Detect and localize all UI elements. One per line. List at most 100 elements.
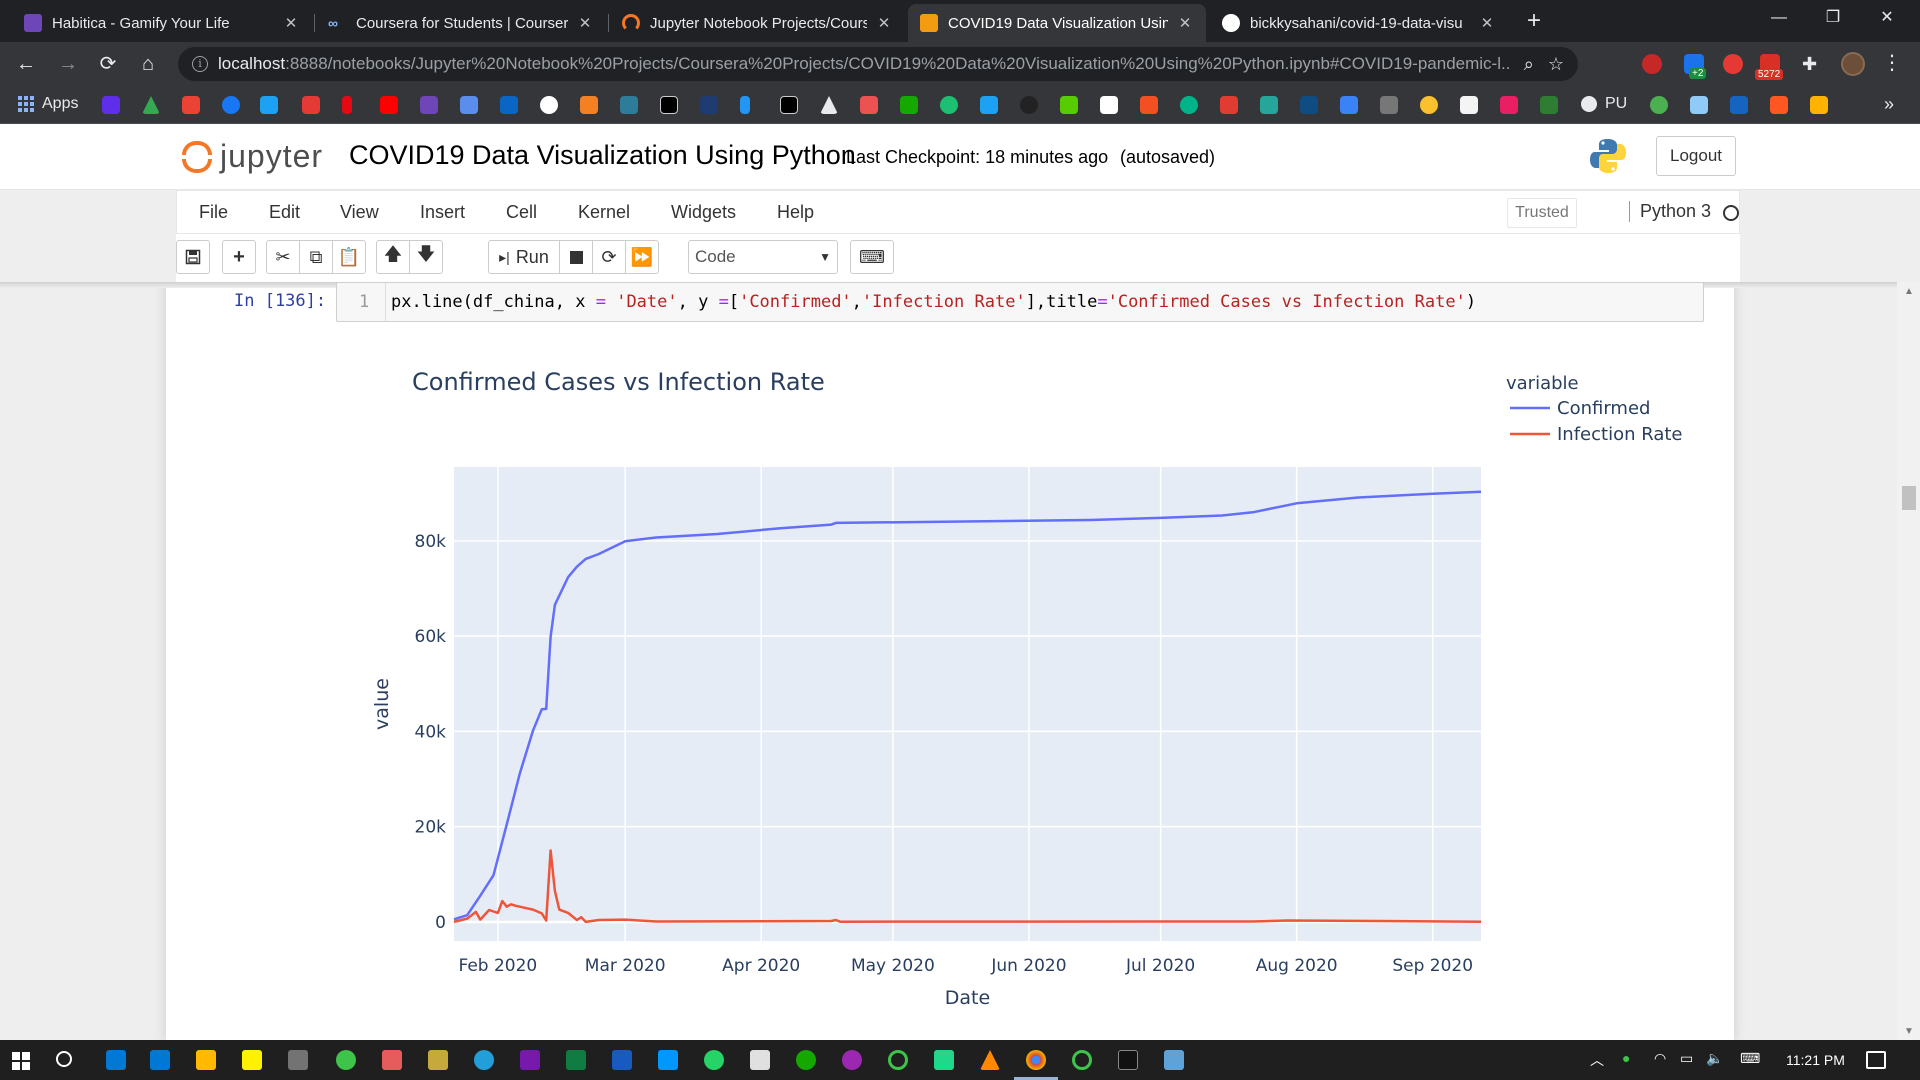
move-down-button[interactable]: 🡇 [409,240,443,274]
bookmark-icon[interactable] [1690,96,1708,114]
close-icon[interactable]: ✕ [576,14,594,32]
menu-cell[interactable]: Cell [506,202,537,223]
volume-icon[interactable]: 🔈 [1706,1050,1723,1067]
bookmark-icon[interactable] [1540,96,1558,114]
kernel-name[interactable]: Python 3 [1629,201,1711,222]
back-button[interactable]: ← [10,48,42,80]
outlook-icon[interactable] [106,1050,126,1070]
terminal-icon[interactable] [1118,1050,1138,1070]
bookmarks-overflow-icon[interactable]: » [1884,94,1894,115]
photos-icon[interactable] [1164,1050,1184,1070]
file-explorer-icon[interactable] [196,1050,216,1070]
reload-button[interactable]: ⟳ [92,48,124,80]
bookmark-icon[interactable] [102,96,120,114]
youtube-icon[interactable] [380,96,398,114]
restart-button[interactable]: ⟳ [592,240,626,274]
extensions-puzzle-icon[interactable]: ✚ [1802,54,1822,74]
save-button[interactable] [176,240,210,274]
upwork-icon[interactable] [796,1050,816,1070]
menu-file[interactable]: File [199,202,228,223]
vlc-icon[interactable] [980,1050,1000,1070]
paypal-icon[interactable] [1730,96,1748,114]
app-icon[interactable] [428,1050,448,1070]
excel-icon[interactable] [566,1050,586,1070]
move-up-button[interactable]: 🡅 [376,240,410,274]
hackerearth-icon[interactable] [700,96,718,114]
wifi-icon[interactable]: ◠ [1654,1050,1666,1067]
coursera-icon[interactable] [460,96,478,114]
bookmark-star-icon[interactable]: ☆ [1548,54,1564,75]
github-icon[interactable] [540,96,558,114]
app-icon[interactable] [336,1050,356,1070]
codechef-icon[interactable] [780,96,798,114]
close-icon[interactable]: ✕ [282,14,300,32]
ublock-icon[interactable] [1642,54,1662,74]
app-icon[interactable] [888,1050,908,1070]
jupyter-logo[interactable]: jupyter [182,138,323,175]
cut-button[interactable]: ✂ [266,240,300,274]
tray-overflow-icon[interactable]: ︿ [1590,1050,1604,1070]
tab-jupyter-projects[interactable]: Jupyter Notebook Projects/Cours ✕ [610,4,905,42]
pycharm-icon[interactable] [934,1050,954,1070]
menu-widgets[interactable]: Widgets [671,202,736,223]
scrollbar-thumb[interactable] [1902,486,1916,510]
trusted-badge[interactable]: Trusted [1507,198,1577,228]
medium-icon[interactable] [1100,96,1118,114]
record-icon[interactable] [1723,54,1743,74]
notification-icon[interactable] [1866,1051,1886,1069]
bookmark-icon[interactable] [1020,96,1038,114]
close-icon[interactable]: ✕ [1176,14,1194,32]
calculator-icon[interactable] [288,1050,308,1070]
menu-help[interactable]: Help [777,202,814,223]
minimize-button[interactable]: — [1756,0,1802,36]
bookmark-icon[interactable] [1650,96,1668,114]
scroll-down-icon[interactable]: ▼ [1904,1026,1914,1037]
cell-type-select[interactable]: Code ▼ [688,240,838,274]
tab-covid19-notebook[interactable]: COVID19 Data Visualization Usin ✕ [908,4,1206,42]
address-bar[interactable]: i localhost:8888/notebooks/Jupyter%20Not… [178,47,1578,81]
app-icon[interactable] [750,1050,770,1070]
bookmark-icon[interactable] [620,96,638,114]
linkedin-icon[interactable] [500,96,518,114]
scroll-up-icon[interactable]: ▲ [1904,286,1914,297]
whatsapp-icon[interactable] [704,1050,724,1070]
insert-cell-button[interactable]: + [222,240,256,274]
chrome-icon[interactable] [1026,1050,1046,1070]
profile-avatar[interactable] [1841,52,1865,76]
bookmark-icon[interactable] [980,96,998,114]
info-icon[interactable]: i [192,56,208,72]
bookmark-icon[interactable] [1770,96,1788,114]
kaggle-icon[interactable] [740,96,750,114]
bookmark-icon[interactable] [1340,96,1358,114]
bookmark-icon[interactable] [1260,96,1278,114]
udemy-icon[interactable] [860,96,878,114]
upwork-icon[interactable] [900,96,918,114]
home-button[interactable]: ⌂ [132,48,164,80]
command-palette-button[interactable]: ⌨ [850,240,894,274]
menu-view[interactable]: View [340,202,379,223]
new-tab-button[interactable]: + [1519,6,1549,36]
keyboard-icon[interactable]: ⌨ [1740,1050,1760,1067]
menu-insert[interactable]: Insert [420,202,465,223]
onenote-icon[interactable] [520,1050,540,1070]
twitter-icon[interactable] [260,96,278,114]
menu-kernel[interactable]: Kernel [578,202,630,223]
restart-run-all-button[interactable]: ⏩ [625,240,659,274]
bookmark-icon[interactable] [1810,96,1828,114]
facebook-icon[interactable] [222,96,240,114]
bookmark-apps[interactable]: Apps [18,95,78,113]
drive-icon[interactable] [142,96,160,114]
browser-menu-icon[interactable]: ⋮ [1882,51,1902,75]
vertical-scrollbar[interactable]: ▲ ▼ [1897,282,1920,1040]
duolingo-icon[interactable] [1060,96,1078,114]
bookmark-icon[interactable] [1420,96,1438,114]
clock[interactable]: 11:21 PM [1786,1052,1845,1068]
stackoverflow-icon[interactable] [580,96,598,114]
url-text[interactable]: localhost:8888/notebooks/Jupyter%20Noteb… [218,54,1510,74]
close-window-button[interactable]: ✕ [1864,0,1910,36]
mail-icon[interactable] [150,1050,170,1070]
battery-icon[interactable]: ▭ [1680,1050,1693,1067]
notebook-title[interactable]: COVID19 Data Visualization Using Python [349,140,856,171]
bookmark-icon[interactable] [820,96,838,114]
app-icon[interactable] [382,1050,402,1070]
